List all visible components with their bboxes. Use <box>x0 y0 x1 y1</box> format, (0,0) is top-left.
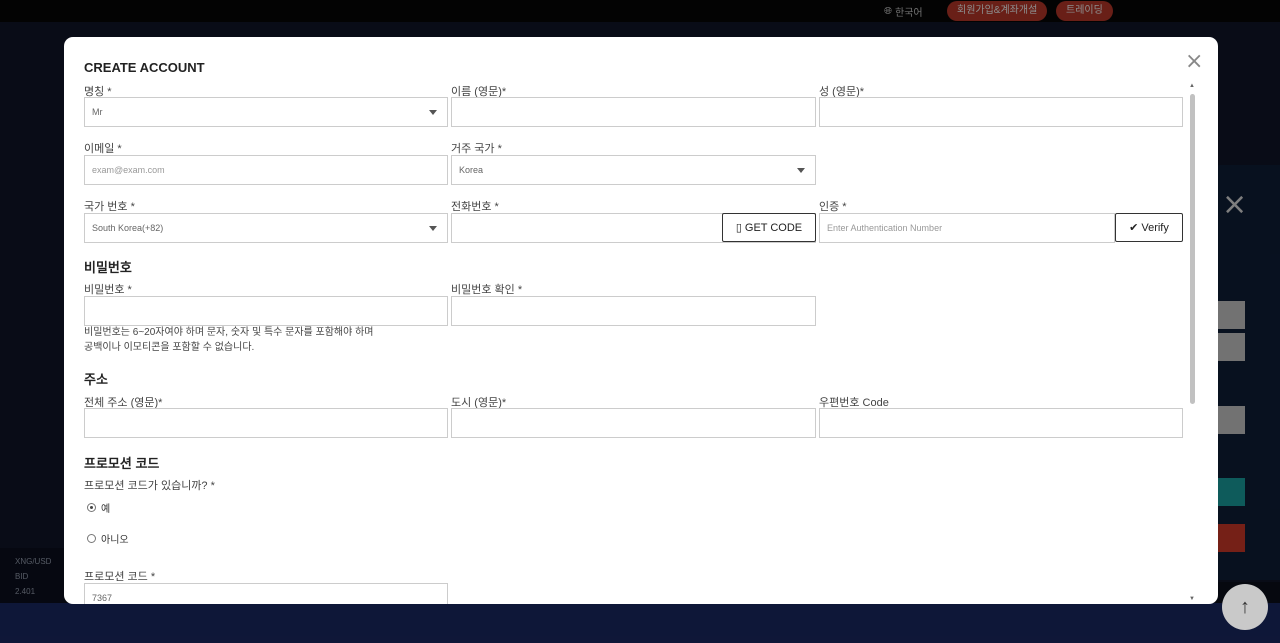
promo-yes-radio[interactable]: 예 <box>87 500 110 515</box>
password-heading: 비밀번호 <box>84 260 132 275</box>
phone-label: 전화번호 * <box>451 201 499 213</box>
get-code-label: GET CODE <box>744 221 803 234</box>
promo-code-value: 7367 <box>92 593 113 603</box>
last-name-input[interactable] <box>819 97 1183 127</box>
first-name-input[interactable] <box>451 97 816 127</box>
postal-input[interactable] <box>819 408 1183 438</box>
country-code-label: 국가 번호 * <box>84 201 135 213</box>
password-hint-line2: 공백이나 이모티콘을 포함할 수 없습니다. <box>84 342 255 353</box>
promo-code-input[interactable]: 7367 <box>84 583 448 604</box>
promo-yes-label: 예 <box>101 504 111 515</box>
modal-title: CREATE ACCOUNT <box>84 60 205 75</box>
auth-input[interactable]: Enter Authentication Number <box>819 213 1115 243</box>
email-input[interactable]: exam@exam.com <box>84 155 448 185</box>
promo-question: 프로모션 코드가 있습니까? * <box>84 480 215 492</box>
checkmark-icon: ✔ <box>1129 222 1139 234</box>
promo-no-radio[interactable]: 아니오 <box>87 531 129 546</box>
scroll-down-icon[interactable]: ▼ <box>1189 596 1195 602</box>
password-label: 비밀번호 * <box>84 284 132 296</box>
password-input[interactable] <box>84 296 448 326</box>
promo-heading: 프로모션 코드 <box>84 456 160 471</box>
salutation-value: Mr <box>92 107 103 117</box>
password-confirm-input[interactable] <box>451 296 816 326</box>
address-heading: 주소 <box>84 372 108 387</box>
email-placeholder: exam@exam.com <box>92 165 165 175</box>
arrow-up-icon: ↑ <box>1240 595 1250 618</box>
auth-placeholder: Enter Authentication Number <box>827 223 943 233</box>
scroll-to-top-button[interactable]: ↑ <box>1222 584 1268 630</box>
full-address-input[interactable] <box>84 408 448 438</box>
radio-unselected-icon <box>87 534 96 543</box>
city-input[interactable] <box>451 408 816 438</box>
promo-no-label: 아니오 <box>101 535 129 546</box>
radio-selected-icon <box>87 503 96 512</box>
mobile-phone-icon: ▯ <box>735 222 742 234</box>
create-account-modal: CREATE ACCOUNT × 명칭 * Mr 이름 (영문)* 성 (영문)… <box>64 37 1218 604</box>
password-hint-line1: 비밀번호는 6~20자여야 하며 문자, 숫자 및 특수 문자를 포함해야 하며 <box>84 327 374 338</box>
password-confirm-label: 비밀번호 확인 * <box>451 284 523 296</box>
country-code-value: South Korea(+82) <box>92 223 164 233</box>
get-code-button[interactable]: ▯ GET CODE <box>722 213 816 242</box>
salutation-select[interactable]: Mr <box>84 97 448 127</box>
email-label: 이메일 * <box>84 143 122 155</box>
scrollbar-thumb[interactable] <box>1190 94 1195 404</box>
verify-button[interactable]: ✔ Verify <box>1115 213 1183 242</box>
close-icon[interactable]: × <box>1185 51 1203 73</box>
country-value: Korea <box>459 165 484 175</box>
scroll-up-icon[interactable]: ▲ <box>1189 83 1195 89</box>
country-code-select[interactable]: South Korea(+82) <box>84 213 448 243</box>
auth-label: 인증 * <box>819 201 847 213</box>
country-select[interactable]: Korea <box>451 155 816 185</box>
promo-code-label: 프로모션 코드 * <box>84 571 156 583</box>
country-label: 거주 국가 * <box>451 143 502 155</box>
verify-label: Verify <box>1141 221 1169 234</box>
